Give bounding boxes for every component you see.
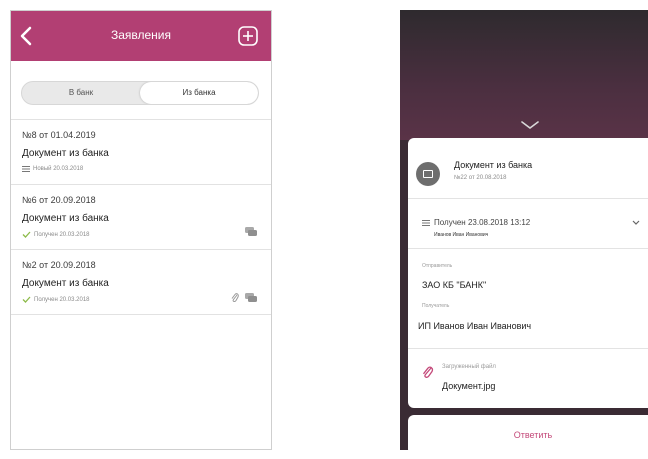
document-number: №22 от 20.08.2018 <box>454 175 507 181</box>
document-icon <box>416 162 440 186</box>
status-row[interactable]: Получен 23.08.2018 13:12 <box>422 218 530 227</box>
chat-icon <box>245 227 257 236</box>
item-number: №8 от 01.04.2019 <box>22 130 96 140</box>
item-status-text: Новый 20.03.2018 <box>33 166 84 172</box>
check-icon <box>22 296 31 303</box>
recipient-label: Получатель <box>422 303 450 309</box>
item-number: №2 от 20.09.2018 <box>22 260 96 270</box>
document-card: Документ из банка №22 от 20.08.2018 Полу… <box>408 138 648 408</box>
list-item[interactable]: №8 от 01.04.2019 Документ из банка Новый… <box>11 120 271 185</box>
item-status: Получен 20.03.2018 <box>22 231 90 238</box>
tab-from-bank[interactable]: Из банка <box>140 82 258 104</box>
divider <box>408 248 648 249</box>
item-status: Новый 20.03.2018 <box>22 166 83 172</box>
list-item[interactable]: №6 от 20.09.2018 Документ из банка Получ… <box>11 185 271 250</box>
chevron-down-icon[interactable] <box>520 120 540 130</box>
item-status-text: Получен 20.03.2018 <box>34 231 90 238</box>
divider <box>408 198 648 199</box>
reply-button-label: Ответить <box>513 430 553 440</box>
reply-button[interactable]: Ответить <box>408 415 648 450</box>
header-bar: Заявления <box>11 11 271 61</box>
item-status-text: Получен 20.03.2018 <box>34 296 90 303</box>
item-doc-title: Документ из банка <box>22 213 109 224</box>
document-detail-screen: Документ из банка №22 от 20.08.2018 Полу… <box>400 10 648 450</box>
item-doc-title: Документ из банка <box>22 148 109 159</box>
paperclip-icon <box>422 366 434 378</box>
statements-screen: Заявления В банк Из банка №8 от 01.04.20… <box>10 10 272 450</box>
item-number: №6 от 20.09.2018 <box>22 195 96 205</box>
attachment-icon <box>231 293 239 303</box>
status-person: Иванов Иван Иванович <box>434 232 489 238</box>
list-item[interactable]: №2 от 20.09.2018 Документ из банка Получ… <box>11 250 271 315</box>
file-name[interactable]: Документ.jpg <box>442 381 495 391</box>
document-title: Документ из банка <box>454 160 533 170</box>
page-title: Заявления <box>110 28 172 42</box>
file-label: Загруженный файл <box>442 364 496 370</box>
item-status: Получен 20.03.2018 <box>22 296 90 303</box>
menu-lines-icon <box>422 219 430 226</box>
item-doc-title: Документ из банка <box>22 278 109 289</box>
recipient-value: ИП Иванов Иван Иванович <box>418 321 532 331</box>
tab-to-bank[interactable]: В банк <box>22 82 140 104</box>
sender-value: ЗАО КБ "БАНК" <box>422 280 487 290</box>
divider <box>408 348 648 349</box>
sender-label: Отправитель <box>422 263 453 269</box>
chevron-down-icon[interactable] <box>632 220 640 225</box>
statements-list: №8 от 01.04.2019 Документ из банка Новый… <box>11 119 271 315</box>
tab-switcher: В банк Из банка <box>21 81 259 105</box>
status-text: Получен 23.08.2018 13:12 <box>434 218 531 227</box>
chat-icon <box>245 292 257 302</box>
check-icon <box>22 231 31 238</box>
add-circle-icon[interactable] <box>237 25 259 47</box>
menu-lines-icon <box>22 166 30 172</box>
